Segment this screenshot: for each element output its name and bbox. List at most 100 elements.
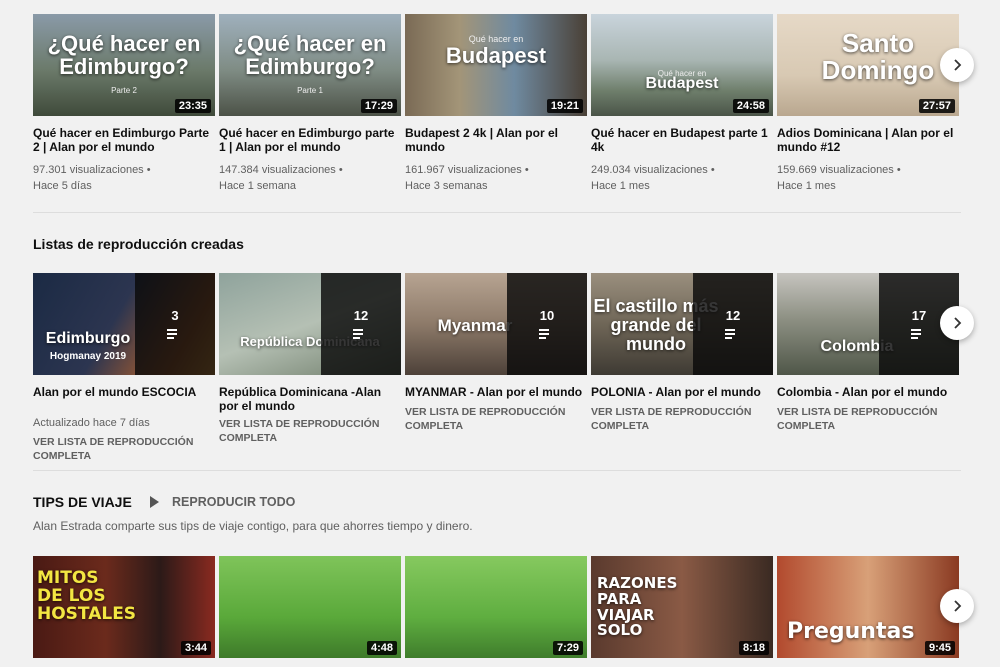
chevron-right-icon <box>954 59 962 71</box>
thumbnail-text: ¿Qué hacer en Edimburgo? <box>47 31 201 80</box>
playlist-video-count: 12 <box>353 307 369 323</box>
video-thumbnail[interactable]: Qué hacer en Budapest 24:58 <box>591 14 773 116</box>
playlist-count-overlay: 12 <box>693 273 773 375</box>
video-card[interactable]: RAZONES PARA VIAJAR SOLO 8:18 <box>591 556 773 658</box>
playlist-card[interactable]: Edimburgo Hogmanay 2019 3 Alan por el mu… <box>33 273 215 463</box>
playlist-updated: Actualizado hace 7 días <box>33 417 150 429</box>
duration-badge: 17:29 <box>360 99 397 113</box>
video-card[interactable]: ¿Qué hacer en Edimburgo? Parte 1 17:29 Q… <box>219 14 401 194</box>
video-thumbnail[interactable]: ¿Qué hacer en Edimburgo? Parte 1 17:29 <box>219 14 401 116</box>
upload-age: Hace 1 mes <box>591 180 650 192</box>
video-card[interactable]: MITOS DE LOS HOSTALES 3:44 <box>33 556 215 658</box>
thumbnail-text: ¿Qué hacer en Edimburgo? <box>233 31 387 80</box>
upload-age: Hace 1 mes <box>777 180 836 192</box>
thumbnail-text: Budapest <box>445 43 547 68</box>
video-card[interactable]: Santo Domingo 27:57 Adios Dominicana | A… <box>777 14 959 194</box>
playlist-video-count: 3 <box>171 307 179 323</box>
section-title-tips: TIPS DE VIAJE <box>33 494 132 510</box>
playlist-title[interactable]: Alan por el mundo ESCOCIA <box>33 385 215 413</box>
duration-badge: 7:29 <box>552 641 583 655</box>
view-full-playlist-link[interactable]: VER LISTA DE REPRODUCCIÓN COMPLETA <box>591 405 773 433</box>
duration-badge: 23:35 <box>174 99 211 113</box>
video-title[interactable]: Qué hacer en Budapest parte 1 4k <box>591 126 773 154</box>
playlist-thumbnail[interactable]: Colombia 17 <box>777 273 959 375</box>
playlist-count-overlay: 10 <box>507 273 587 375</box>
view-count: 249.034 visualizaciones • <box>591 164 715 176</box>
video-title[interactable]: Qué hacer en Edimburgo Parte 2 | Alan po… <box>33 126 215 154</box>
thumbnail-small-text: Parte 2 <box>111 86 137 95</box>
thumbnail-text: Edimburgo <box>45 330 131 347</box>
duration-badge: 8:18 <box>738 641 769 655</box>
playlist-card[interactable]: Colombia 17 Colombia - Alan por el mundo… <box>777 273 959 433</box>
playlist-video-count: 10 <box>539 307 555 323</box>
thumbnail-small-text: Parte 1 <box>297 86 323 95</box>
playlist-icon <box>167 328 183 341</box>
thumbnail-text: Preguntas <box>787 619 915 644</box>
section-title-playlists: Listas de reproducción creadas <box>33 236 244 252</box>
view-full-playlist-link[interactable]: VER LISTA DE REPRODUCCIÓN COMPLETA <box>405 405 587 433</box>
playlist-icon <box>911 328 927 341</box>
video-thumbnail[interactable]: Qué hacer en Budapest 19:21 <box>405 14 587 116</box>
video-title[interactable]: Budapest 2 4k | Alan por el mundo <box>405 126 587 154</box>
playlist-icon <box>725 328 741 341</box>
playlist-thumbnail[interactable]: República Dominicana 12 <box>219 273 401 375</box>
video-title[interactable]: Qué hacer en Edimburgo parte 1 | Alan po… <box>219 126 401 154</box>
play-all-label: REPRODUCIR TODO <box>172 495 296 509</box>
duration-badge: 3:44 <box>180 641 211 655</box>
video-thumbnail[interactable]: Santo Domingo 27:57 <box>777 14 959 116</box>
duration-badge: 27:57 <box>918 99 955 113</box>
duration-badge: 19:21 <box>546 99 583 113</box>
section-divider <box>33 470 961 471</box>
video-thumbnail[interactable]: 4:48 <box>219 556 401 658</box>
duration-badge: 4:48 <box>366 641 397 655</box>
next-arrow-button[interactable] <box>940 306 974 340</box>
video-card[interactable]: ¿Qué hacer en Edimburgo? Parte 2 23:35 Q… <box>33 14 215 194</box>
video-thumbnail[interactable]: ¿Qué hacer en Edimburgo? Parte 2 23:35 <box>33 14 215 116</box>
play-icon <box>150 496 159 508</box>
thumbnail-text: Santo Domingo <box>821 28 935 86</box>
video-thumbnail[interactable]: 7:29 <box>405 556 587 658</box>
view-full-playlist-link[interactable]: VER LISTA DE REPRODUCCIÓN COMPLETA <box>777 405 959 433</box>
thumbnail-text: RAZONES PARA VIAJAR SOLO <box>597 574 678 640</box>
video-card[interactable]: Qué hacer en Budapest 19:21 Budapest 2 4… <box>405 14 587 194</box>
view-count: 161.967 visualizaciones • <box>405 164 529 176</box>
playlist-count-overlay: 3 <box>135 273 215 375</box>
playlist-video-count: 12 <box>725 307 741 323</box>
playlist-card[interactable]: El castillo más grande del mundo 12 POLO… <box>591 273 773 433</box>
video-title[interactable]: Adios Dominicana | Alan por el mundo #12 <box>777 126 959 154</box>
playlist-thumbnail[interactable]: El castillo más grande del mundo 12 <box>591 273 773 375</box>
video-card[interactable]: Preguntas 9:45 <box>777 556 959 658</box>
chevron-right-icon <box>954 600 962 612</box>
duration-badge: 9:45 <box>924 641 955 655</box>
thumbnail-small-text: Hogmanay 2019 <box>49 351 127 362</box>
playlist-count-overlay: 12 <box>321 273 401 375</box>
next-arrow-button[interactable] <box>940 589 974 623</box>
upload-age: Hace 5 días <box>33 180 92 192</box>
playlist-icon <box>353 328 369 341</box>
playlist-thumbnail[interactable]: Myanmar 10 <box>405 273 587 375</box>
video-card[interactable]: 4:48 <box>219 556 401 658</box>
view-full-playlist-link[interactable]: VER LISTA DE REPRODUCCIÓN COMPLETA <box>33 435 215 463</box>
playlist-card[interactable]: Myanmar 10 MYANMAR - Alan por el mundo V… <box>405 273 587 433</box>
video-thumbnail[interactable]: RAZONES PARA VIAJAR SOLO 8:18 <box>591 556 773 658</box>
view-full-playlist-link[interactable]: VER LISTA DE REPRODUCCIÓN COMPLETA <box>219 417 401 445</box>
video-thumbnail[interactable]: MITOS DE LOS HOSTALES 3:44 <box>33 556 215 658</box>
video-card[interactable]: 7:29 <box>405 556 587 658</box>
video-thumbnail[interactable]: Preguntas 9:45 <box>777 556 959 658</box>
play-all-button[interactable]: REPRODUCIR TODO <box>150 495 295 509</box>
thumbnail-text: MITOS DE LOS HOSTALES <box>37 568 137 624</box>
playlist-title[interactable]: República Dominicana -Alan por el mundo <box>219 385 401 413</box>
chevron-right-icon <box>954 317 962 329</box>
view-count: 147.384 visualizaciones • <box>219 164 343 176</box>
section-divider <box>33 212 961 213</box>
playlist-thumbnail[interactable]: Edimburgo Hogmanay 2019 3 <box>33 273 215 375</box>
next-arrow-button[interactable] <box>940 48 974 82</box>
section-description: Alan Estrada comparte sus tips de viaje … <box>33 519 473 533</box>
playlist-video-count: 17 <box>911 307 927 323</box>
duration-badge: 24:58 <box>732 99 769 113</box>
view-count: 159.669 visualizaciones • <box>777 164 901 176</box>
playlist-card[interactable]: República Dominicana 12 República Domini… <box>219 273 401 445</box>
upload-age: Hace 3 semanas <box>405 180 488 192</box>
video-card[interactable]: Qué hacer en Budapest 24:58 Qué hacer en… <box>591 14 773 194</box>
upload-age: Hace 1 semana <box>219 180 297 192</box>
